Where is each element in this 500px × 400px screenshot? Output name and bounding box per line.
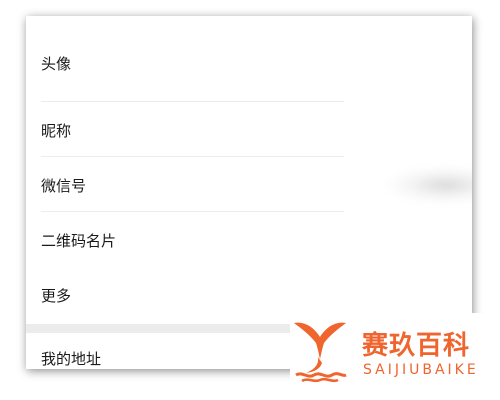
watermark-subtitle: SAIJIUBAIKE — [363, 362, 479, 378]
menu-item-label: 昵称 — [41, 121, 72, 140]
menu-item-label: 二维码名片 — [41, 231, 117, 250]
divider — [41, 211, 344, 212]
menu-item-label: 微信号 — [41, 176, 87, 195]
watermark-brand: 赛玖百科 — [362, 331, 471, 361]
menu-item-label: 更多 — [41, 286, 72, 305]
blurred-region — [386, 166, 472, 204]
menu-item-qr-code-card[interactable]: 二维码名片 — [26, 218, 472, 262]
divider — [41, 156, 344, 157]
whale-tail-logo-icon — [294, 322, 347, 383]
menu-item-label: 我的地址 — [41, 349, 102, 368]
menu-item-avatar[interactable]: 头像 — [26, 40, 472, 86]
menu-item-label: 头像 — [41, 54, 72, 73]
menu-item-nickname[interactable]: 昵称 — [26, 108, 472, 152]
watermark: 赛玖百科 SAIJIUBAIKE — [290, 313, 490, 391]
divider — [41, 101, 344, 102]
menu-item-more[interactable]: 更多 — [26, 273, 472, 317]
